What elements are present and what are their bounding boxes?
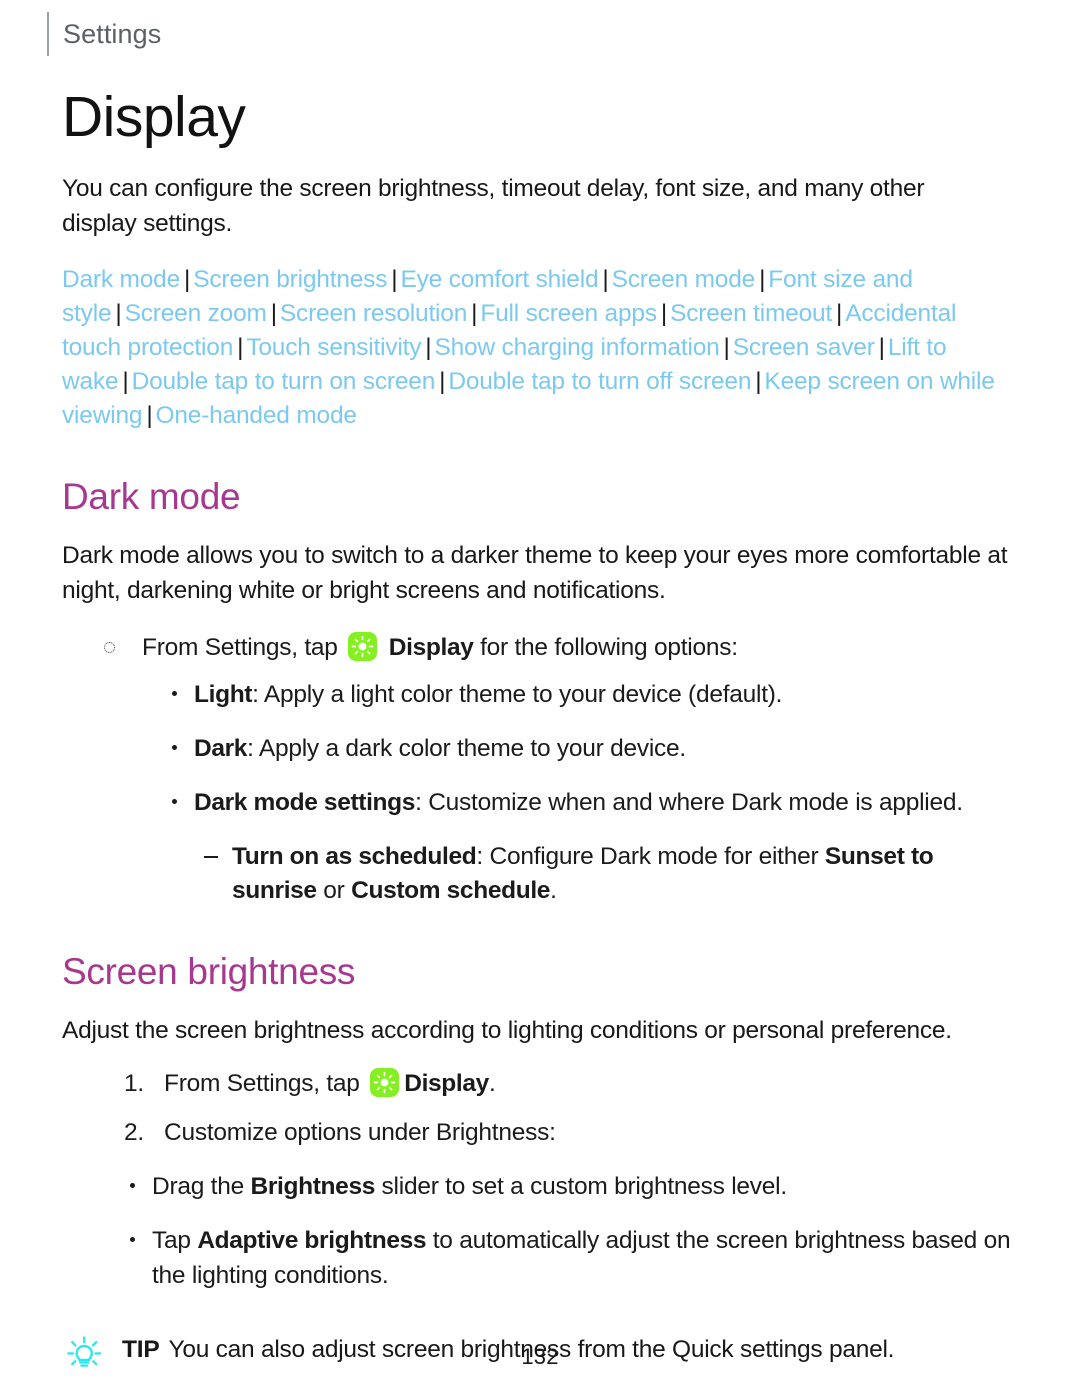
link-separator: | <box>425 334 432 361</box>
dark-mode-options-list: Light: Apply a light color theme to your… <box>104 678 1018 820</box>
step-number: 2. <box>124 1119 144 1147</box>
sub-option-desc-2: or <box>316 877 352 905</box>
sub-option-term: Turn on as scheduled <box>232 842 477 870</box>
step-tail-text: for the following options: <box>480 633 738 661</box>
list-item: Turn on as scheduled: Configure Dark mod… <box>204 840 1018 910</box>
link-separator: | <box>270 300 277 328</box>
quick-link-full-screen-apps[interactable]: Full screen apps <box>480 300 657 327</box>
link-separator: | <box>723 334 730 361</box>
link-separator: | <box>146 401 153 429</box>
section-screen-brightness: Screen brightness Adjust the screen brig… <box>62 951 1018 1293</box>
quick-link-screen-zoom[interactable]: Screen zoom <box>125 300 267 327</box>
section-heading-screen-brightness: Screen brightness <box>62 951 356 993</box>
display-icon <box>370 1067 400 1097</box>
page-content: Display You can configure the screen bri… <box>0 0 1080 1371</box>
dash-bullet-icon <box>204 855 218 859</box>
dot-bullet-icon <box>172 745 177 751</box>
quick-link-screen-resolution[interactable]: Screen resolution <box>280 300 467 327</box>
step-lead-text: From Settings, tap <box>142 633 338 661</box>
link-separator: | <box>184 266 191 294</box>
link-separator: | <box>237 334 244 361</box>
page-title: Display <box>62 85 246 149</box>
section-dark-mode: Dark mode Dark mode allows you to switch… <box>62 476 1018 909</box>
list-item: Drag the Brightness slider to set a cust… <box>130 1170 1018 1205</box>
bullet-text-pre: Tap <box>152 1226 198 1254</box>
quick-link-show-charging-information[interactable]: Show charging information <box>434 334 719 361</box>
quick-link-screen-mode[interactable]: Screen mode <box>612 266 756 293</box>
step-bold-target: Display <box>404 1069 489 1097</box>
link-separator <box>357 402 364 429</box>
dot-bullet-icon <box>130 1183 135 1189</box>
link-separator: | <box>755 367 762 395</box>
option-term: Dark mode settings <box>194 788 416 816</box>
list-item: 2. Customize options under Brightness: <box>62 1116 1018 1151</box>
quick-link-screen-brightness[interactable]: Screen brightness <box>193 266 387 293</box>
option-term: Light <box>194 681 253 709</box>
sub-option-bold-b: Custom schedule <box>351 877 551 905</box>
quick-link-screen-timeout[interactable]: Screen timeout <box>670 300 832 327</box>
bullet-bold-term: Adaptive brightness <box>197 1226 427 1254</box>
list-item: Light: Apply a light color theme to your… <box>172 678 1018 713</box>
quick-link-touch-sensitivity[interactable]: Touch sensitivity <box>246 334 421 361</box>
list-item: Dark mode settings: Customize when and w… <box>172 786 1018 821</box>
link-separator: | <box>115 300 122 328</box>
list-item: 1. From Settings, tap Display. <box>62 1067 1018 1102</box>
step-lead-text: From Settings, tap <box>164 1069 360 1097</box>
option-description: : Customize when and where Dark mode is … <box>415 788 963 816</box>
sub-option-desc-3: . <box>550 877 557 905</box>
bullet-text-pre: Drag the <box>152 1173 251 1201</box>
link-separator: | <box>602 266 609 294</box>
dot-bullet-icon <box>130 1236 135 1242</box>
dark-mode-sub-option-list: Turn on as scheduled: Configure Dark mod… <box>104 840 1018 910</box>
bullet-text-post: slider to set a custom brightness level. <box>375 1173 788 1201</box>
option-description: : Apply a dark color theme to your devic… <box>247 735 686 763</box>
quick-link-double-tap-to-turn-off-screen[interactable]: Double tap to turn off screen <box>448 368 751 395</box>
link-separator: | <box>391 266 398 294</box>
link-separator: | <box>836 300 843 328</box>
step-tail-text: . <box>488 1069 496 1097</box>
quick-link-one-handed-mode[interactable]: One-handed mode <box>155 402 357 429</box>
section-heading-dark-mode: Dark mode <box>62 476 241 518</box>
option-term: Dark <box>194 735 248 763</box>
display-icon <box>348 631 378 661</box>
quick-link-eye-comfort-shield[interactable]: Eye comfort shield <box>400 266 598 293</box>
screen-brightness-description: Adjust the screen brightness according t… <box>62 1016 952 1044</box>
link-separator: | <box>471 300 478 328</box>
list-item: Tap Adaptive brightness to automatically… <box>130 1224 1018 1294</box>
step-bold-target: Display <box>388 633 474 661</box>
quick-links-strip: Dark mode | Screen brightness | Eye comfort … <box>62 263 1010 432</box>
bullet-bold-term: Brightness <box>250 1173 376 1201</box>
dot-bullet-icon <box>172 798 177 804</box>
link-separator: | <box>122 367 129 395</box>
quick-link-double-tap-to-turn-on-screen[interactable]: Double tap to turn on screen <box>132 368 436 395</box>
list-item: Dark: Apply a dark color theme to your d… <box>172 732 1018 767</box>
dark-mode-description: Dark mode allows you to switch to a dark… <box>62 541 1008 604</box>
link-separator: | <box>759 266 766 294</box>
dark-mode-step-list: From Settings, tap Display for the follo… <box>62 631 1018 910</box>
link-separator: | <box>439 367 446 395</box>
quick-link-screen-saver[interactable]: Screen saver <box>733 334 875 361</box>
link-separator: | <box>660 300 668 328</box>
option-description: : Apply a light color theme to your devi… <box>252 681 783 709</box>
link-separator: | <box>878 334 885 361</box>
quick-link-dark-mode[interactable]: Dark mode <box>62 266 180 293</box>
screen-brightness-bullet-list: Drag the Brightness slider to set a cust… <box>62 1170 1018 1293</box>
step-lead-text: Customize options under Brightness: <box>164 1119 556 1147</box>
page-intro-paragraph: You can configure the screen brightness,… <box>62 174 925 237</box>
screen-brightness-step-list: 1. From Settings, tap Display. 2. Custom… <box>62 1067 1018 1152</box>
sub-option-desc-1: : Configure Dark mode for either <box>476 842 825 870</box>
hollow-circle-bullet-icon <box>104 641 115 653</box>
page-number: 132 <box>521 1344 559 1369</box>
step-number: 1. <box>124 1069 144 1097</box>
dot-bullet-icon <box>172 691 177 697</box>
list-item: From Settings, tap Display for the follo… <box>104 631 1018 666</box>
